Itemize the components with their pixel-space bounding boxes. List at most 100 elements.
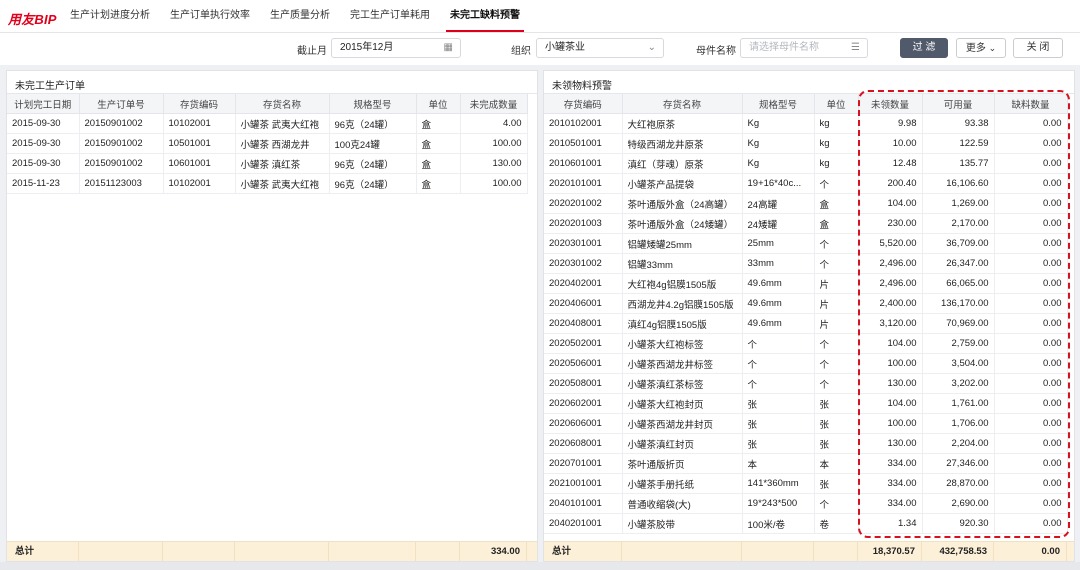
tab-plan-progress[interactable]: 生产计划进度分析 (60, 0, 160, 32)
tab-quality-analysis[interactable]: 生产质量分析 (260, 0, 340, 32)
table-cell: 2010102001 (544, 113, 623, 134)
col-order-no[interactable]: 生产订单号 (79, 94, 164, 114)
table-cell: 小罐茶 西湖龙井 (235, 133, 330, 154)
table-cell: 334.00 (858, 453, 923, 474)
table-row[interactable]: 2020608001 小罐茶滇红封页张张 130.00 2,204.00 0.00 (544, 433, 1068, 454)
table-row[interactable]: 2020408001 滇红4g铝膜1505版 49.6mm 片 3,120.00 70,9… (544, 313, 1068, 334)
col-item-name[interactable]: 存货名称 (622, 94, 743, 114)
more-button[interactable]: 更多 ⌄ (956, 38, 1006, 58)
col-unit[interactable]: 单位 (814, 94, 859, 114)
table-cell: 2015-09-30 (7, 153, 80, 174)
table-cell: kg (814, 133, 859, 154)
deadline-picker[interactable]: 2015年12月 ▦ (331, 38, 461, 58)
table-cell: 0.00 (994, 373, 1068, 394)
table-row[interactable]: 2015-09-30 20150901002 10102001 小罐茶 武夷大红袍 96… (7, 113, 528, 134)
table-row[interactable]: 2040101001 普通收缩袋(大) 19*243*500 个 334.00 2,690… (544, 493, 1068, 514)
table-row[interactable]: 2020201003 茶叶通版外盒（24矮罐） 24矮罐盒 230.00 2,170.0… (544, 213, 1068, 234)
col-shortage-qty[interactable]: 缺料数量 (994, 94, 1068, 114)
table-cell: 2,400.00 (858, 293, 923, 314)
calendar-icon: ▦ (443, 42, 453, 53)
col-item-code[interactable]: 存货编码 (163, 94, 236, 114)
table-cell: 盒 (416, 153, 461, 174)
table-row[interactable]: 2020402001 大红袍4g铝膜1505版 49.6mm 片 2,496.00 66,… (544, 273, 1068, 294)
table-row[interactable]: 2020502001 小罐茶大红袍标签个个 104.00 2,759.00 0.00 (544, 333, 1068, 354)
table-cell: 334.00 (858, 473, 923, 494)
table-cell: 个 (814, 233, 859, 254)
table-header-row: 计划完工日期 生产订单号 存货编码 存货名称 规格型号 单位 未完成数量 (7, 94, 528, 114)
table-cell: 大红袍原茶 (622, 113, 743, 134)
table-cell: 盒 (416, 173, 461, 194)
table-cell: 个 (742, 373, 815, 394)
table-cell: 盒 (416, 113, 461, 134)
table-cell: 小罐茶手册托纸 (622, 473, 743, 494)
app-logo: 用友BIP (8, 12, 57, 27)
table-cell: 小罐茶西湖龙井标签 (622, 353, 743, 374)
table-cell: 茶叶通版外盒（24高罐） (622, 193, 743, 214)
table-cell: 个 (814, 373, 859, 394)
table-cell: 小罐茶胶带 (622, 513, 743, 534)
table-cell: 2,496.00 (858, 253, 923, 274)
table-cell: 普通收缩袋(大) (622, 493, 743, 514)
table-row[interactable]: 2020506001 小罐茶西湖龙井标签个个 100.00 3,504.00 0.00 (544, 353, 1068, 374)
table-row[interactable]: 2010501001 特级西湖龙井原茶 Kg kg 10.00 122.59 0.00 (544, 133, 1068, 154)
col-planned-date[interactable]: 计划完工日期 (7, 94, 80, 114)
table-row[interactable]: 2015-09-30 20150901002 10501001 小罐茶 西湖龙井 100… (7, 133, 528, 154)
table-cell: 张 (814, 473, 859, 494)
table-cell: 卷 (814, 513, 859, 534)
table-row[interactable]: 2020406001 西湖龙井4.2g铝膜1505版 49.6mm 片 2,400.00… (544, 293, 1068, 314)
total-label: 总计 (7, 542, 79, 561)
col-available-qty[interactable]: 可用量 (922, 94, 995, 114)
table-cell: 2020402001 (544, 273, 623, 294)
col-unfinished-qty[interactable]: 未完成数量 (460, 94, 528, 114)
table-row[interactable]: 2010102001 大红袍原茶 Kg kg 9.98 93.38 0.00 (544, 113, 1068, 134)
filter-button[interactable]: 过 滤 (900, 38, 948, 58)
table-cell: 个 (814, 333, 859, 354)
table-row[interactable]: 2020301002 铝罐33mm 33mm 个 2,496.00 26,347.00 0.… (544, 253, 1068, 274)
col-spec[interactable]: 规格型号 (742, 94, 815, 114)
table-cell: Kg (742, 133, 815, 154)
table-cell: 1.34 (858, 513, 923, 534)
table-cell: 2040101001 (544, 493, 623, 514)
col-unit[interactable]: 单位 (416, 94, 461, 114)
org-select[interactable]: 小罐茶业 ⌄ (536, 38, 664, 58)
table-row[interactable]: 2020101001 小罐茶产品提袋 19+16*40c... 个 200.40 16,1… (544, 173, 1068, 194)
table-cell: 2020201002 (544, 193, 623, 214)
table-row[interactable]: 2040201001 小罐茶胶带 100米/卷卷 1.34 920.30 0.00 (544, 513, 1068, 534)
table-cell: 特级西湖龙井原茶 (622, 133, 743, 154)
tab-order-efficiency[interactable]: 生产订单执行效率 (160, 0, 260, 32)
parent-select[interactable]: 请选择母件名称 ☰ (740, 38, 868, 58)
table-row[interactable]: 2020606001 小罐茶西湖龙井封页张张 100.00 1,706.00 0.00 (544, 413, 1068, 434)
table-row[interactable]: 2020508001 小罐茶滇红茶标签个个 130.00 3,202.00 0.00 (544, 373, 1068, 394)
col-unclaimed-qty[interactable]: 未领数量 (858, 94, 923, 114)
close-button[interactable]: 关 闭 (1013, 38, 1063, 58)
table-row[interactable]: 2015-09-30 20150901002 10601001 小罐茶 滇红茶 96克（… (7, 153, 528, 174)
table-row[interactable]: 2020201002 茶叶通版外盒（24高罐） 24高罐盒 104.00 1,269.0… (544, 193, 1068, 214)
tab-shortage-warning[interactable]: 未完工缺料预警 (440, 0, 530, 32)
table-row[interactable]: 2020602001 小罐茶大红袍封页张张 104.00 1,761.00 0.00 (544, 393, 1068, 414)
table-cell: 本 (742, 453, 815, 474)
table-cell: 小罐茶大红袍封页 (622, 393, 743, 414)
table-row[interactable]: 2010601001 滇红（芽魂）原茶 Kg kg 12.48 135.77 0.00 (544, 153, 1068, 174)
col-item-name[interactable]: 存货名称 (235, 94, 330, 114)
table-cell: 334.00 (858, 493, 923, 514)
col-item-code[interactable]: 存货编码 (544, 94, 623, 114)
table-cell: 小罐茶滇红茶标签 (622, 373, 743, 394)
table-row[interactable]: 2020301001 铝罐矮罐25mm 25mm 个 5,520.00 36,709.00… (544, 233, 1068, 254)
table-cell: 141*360mm (742, 473, 815, 494)
table-row[interactable]: 2015-11-23 20151123003 10102001 小罐茶 武夷大红袍 96… (7, 173, 528, 194)
table-cell: 2020701001 (544, 453, 623, 474)
table-cell: 10601001 (163, 153, 236, 174)
table-cell: 36,709.00 (922, 233, 995, 254)
table-cell: 本 (814, 453, 859, 474)
chevron-down-icon: ⌄ (647, 42, 656, 53)
table-cell: 100.00 (460, 173, 528, 194)
table-cell: 小罐茶大红袍标签 (622, 333, 743, 354)
tab-completed-consumption[interactable]: 完工生产订单耗用 (340, 0, 440, 32)
table-row[interactable]: 2020701001 茶叶通版折页本本 334.00 27,346.00 0.00 (544, 453, 1068, 474)
material-warning-panel: 未领物料预警 存货编码 存货名称 规格型号 单位 未领数量 可用量 缺料数量 2… (543, 70, 1075, 562)
total-unfinished-qty: 334.00 (460, 542, 527, 561)
table-row[interactable]: 2021001001 小罐茶手册托纸 141*360mm 张 334.00 28,870.… (544, 473, 1068, 494)
table-cell: 2015-09-30 (7, 113, 80, 134)
table-cell: 96克（24罐） (329, 113, 417, 134)
col-spec[interactable]: 规格型号 (329, 94, 417, 114)
